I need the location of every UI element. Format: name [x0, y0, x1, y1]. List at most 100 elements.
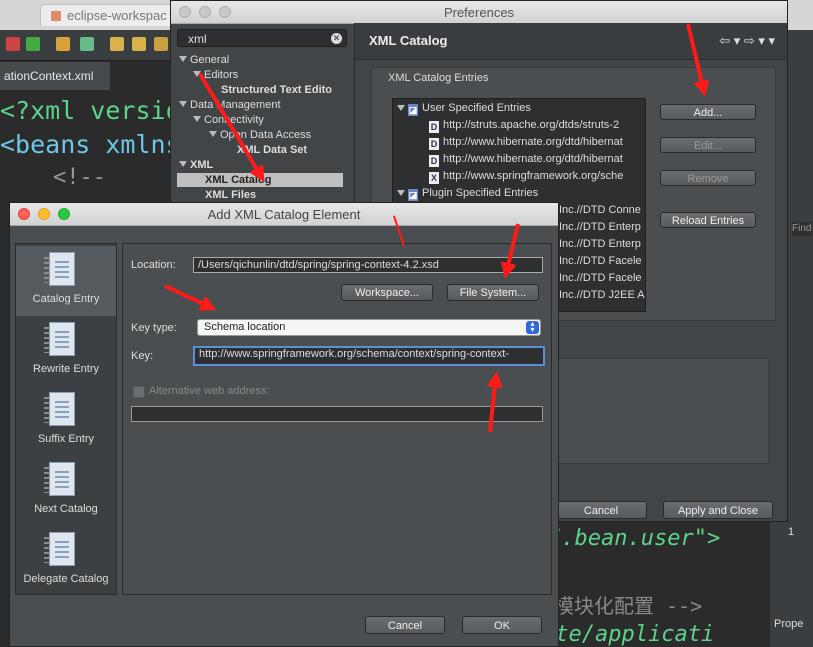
expand-icon	[179, 56, 187, 62]
tree-item-data-management[interactable]: Data Management	[179, 99, 281, 111]
properties-tab[interactable]: Prope	[774, 618, 803, 630]
editor-tab[interactable]: ationContext.xml	[0, 62, 110, 90]
refresh-icon[interactable]	[80, 37, 94, 51]
dtd-file-icon: D	[429, 138, 439, 150]
alternative-address-checkbox[interactable]	[133, 386, 145, 398]
list-item[interactable]: Inc.//DTD Facele	[559, 272, 642, 284]
catalog-entry-form: Location: /Users/qichunlin/dtd/spring/sp…	[122, 243, 552, 595]
list-item[interactable]: Dhttp://struts.apache.org/dtds/struts-2	[429, 119, 619, 133]
select-arrows-icon: ▴ ▾	[526, 320, 539, 334]
xsd-file-icon: X	[429, 172, 439, 184]
tree-item-connectivity[interactable]: Connectivity	[193, 114, 264, 126]
rewrite-entry-icon	[44, 322, 75, 356]
list-item[interactable]: Inc.//DTD Facele	[559, 255, 642, 267]
tree-item-xml-catalog[interactable]: XML Catalog	[205, 174, 271, 186]
pen-icon[interactable]	[154, 37, 168, 51]
browser-tab[interactable]: eclipse-workspac	[40, 4, 180, 26]
ok-button[interactable]: OK	[462, 616, 542, 634]
list-item[interactable]: Inc.//DTD J2EE A	[559, 289, 645, 301]
key-type-value: Schema location	[204, 321, 286, 333]
list-item[interactable]: Inc.//DTD Enterp	[559, 238, 641, 250]
key-type-select[interactable]: Schema location ▴ ▾	[197, 319, 541, 336]
catalog-folder-icon: ◪	[408, 189, 418, 201]
editor-lower: J.bean.user"> 模块化配置 --> nte/applicati	[540, 520, 788, 647]
details-group	[555, 358, 769, 464]
expand-icon	[179, 161, 187, 167]
eclipse-favicon-icon	[51, 11, 61, 21]
find-field[interactable]: Find	[792, 222, 812, 236]
dialog-cancel-button[interactable]: Cancel	[365, 616, 445, 634]
dtd-file-icon: D	[429, 155, 439, 167]
location-label: Location:	[131, 259, 176, 271]
edit-button[interactable]: Edit...	[660, 137, 756, 153]
cancel-button[interactable]: Cancel	[555, 501, 647, 519]
page-title: XML Catalog	[369, 33, 448, 48]
tree-item-editors[interactable]: Editors	[193, 69, 238, 81]
rewrite-entry-item[interactable]: Rewrite Entry	[16, 316, 116, 386]
delegate-catalog-item[interactable]: Delegate Catalog	[16, 526, 116, 596]
code-line-1: <?xml versio	[0, 96, 181, 125]
run-icon[interactable]	[26, 37, 40, 51]
apply-and-close-button[interactable]: Apply and Close	[663, 501, 773, 519]
tree-item-xml-data-set[interactable]: XML Data Set	[237, 144, 307, 156]
next-catalog-icon	[44, 462, 75, 496]
preference-tree: General Editors Structured Text Edito Da…	[177, 51, 349, 201]
suffix-entry-item[interactable]: Suffix Entry	[16, 386, 116, 456]
alternative-address-input[interactable]	[131, 406, 543, 422]
catalog-entry-item[interactable]: Catalog Entry	[16, 246, 116, 316]
expand-icon	[179, 101, 187, 107]
list-item[interactable]: Xhttp://www.springframework.org/sche	[429, 170, 623, 184]
next-catalog-item[interactable]: Next Catalog	[16, 456, 116, 526]
delegate-catalog-label: Delegate Catalog	[23, 573, 109, 585]
list-item[interactable]: Inc.//DTD Enterp	[559, 221, 641, 233]
entry-plugin-specified[interactable]: ◪ Plugin Specified Entries	[397, 187, 538, 201]
dtd-file-icon: D	[429, 121, 439, 133]
alternative-address-label: Alternative web address:	[149, 385, 270, 397]
reload-entries-button[interactable]: Reload Entries	[660, 212, 756, 228]
build-icon[interactable]	[56, 37, 70, 51]
tree-item-xml[interactable]: XML	[179, 159, 213, 171]
suffix-entry-label: Suffix Entry	[37, 433, 95, 445]
tree-item-xml-files[interactable]: XML Files	[205, 189, 256, 201]
catalog-entry-label: Catalog Entry	[32, 293, 100, 305]
open-folder-icon[interactable]	[110, 37, 124, 51]
expand-icon	[397, 190, 405, 196]
element-type-list: Catalog Entry Rewrite Entry Suffix Entry…	[15, 243, 117, 595]
list-item[interactable]: Dhttp://www.hibernate.org/dtd/hibernat	[429, 136, 623, 150]
preferences-title: Preferences	[443, 5, 515, 20]
remove-button[interactable]: Remove	[660, 170, 756, 186]
stop-icon[interactable]	[6, 37, 20, 51]
tree-item-open-data-access[interactable]: Open Data Access	[209, 129, 311, 141]
browser-tab-title: eclipse-workspac	[67, 8, 167, 23]
workspace-button[interactable]: Workspace...	[341, 284, 433, 301]
list-item[interactable]: Inc.//DTD Conne	[559, 204, 641, 216]
properties-panel: 1 Prope	[770, 520, 813, 647]
tree-item-general[interactable]: General	[179, 54, 229, 66]
clear-filter-icon[interactable]: ✕	[331, 33, 342, 44]
key-type-label: Key type:	[131, 322, 177, 334]
dialog-titlebar: Add XML Catalog Element	[10, 203, 558, 226]
add-catalog-element-dialog: Add XML Catalog Element Catalog Entry Re…	[9, 202, 559, 647]
code-lower-3: nte/applicati	[542, 622, 715, 647]
dialog-title: Add XML Catalog Element	[207, 207, 361, 222]
catalog-entry-icon	[44, 252, 75, 286]
location-input[interactable]: /Users/qichunlin/dtd/spring/spring-conte…	[193, 257, 543, 273]
filter-value: xml	[188, 32, 207, 46]
tree-item-structured-text[interactable]: Structured Text Edito	[221, 84, 332, 96]
code-lower-1: J.bean.user">	[548, 526, 721, 551]
key-input[interactable]: http://www.springframework.org/schema/co…	[193, 346, 545, 366]
preferences-titlebar: Preferences	[171, 1, 787, 24]
file-system-button[interactable]: File System...	[447, 284, 539, 301]
next-catalog-label: Next Catalog	[34, 503, 98, 515]
expand-icon	[193, 71, 201, 77]
entry-user-specified[interactable]: ◪ User Specified Entries	[397, 102, 531, 116]
add-button[interactable]: Add...	[660, 104, 756, 120]
list-item[interactable]: Dhttp://www.hibernate.org/dtd/hibernat	[429, 153, 623, 167]
panel-number: 1	[788, 526, 795, 538]
expand-icon	[209, 131, 217, 137]
code-lower-2: 模块化配置 -->	[554, 594, 703, 618]
filter-input[interactable]: xml ✕	[177, 29, 347, 47]
navigation-arrows-icon[interactable]: ⇦ ▾ ⇨ ▾ ▾	[719, 33, 775, 49]
expand-icon	[397, 105, 405, 111]
folder-icon[interactable]	[132, 37, 146, 51]
